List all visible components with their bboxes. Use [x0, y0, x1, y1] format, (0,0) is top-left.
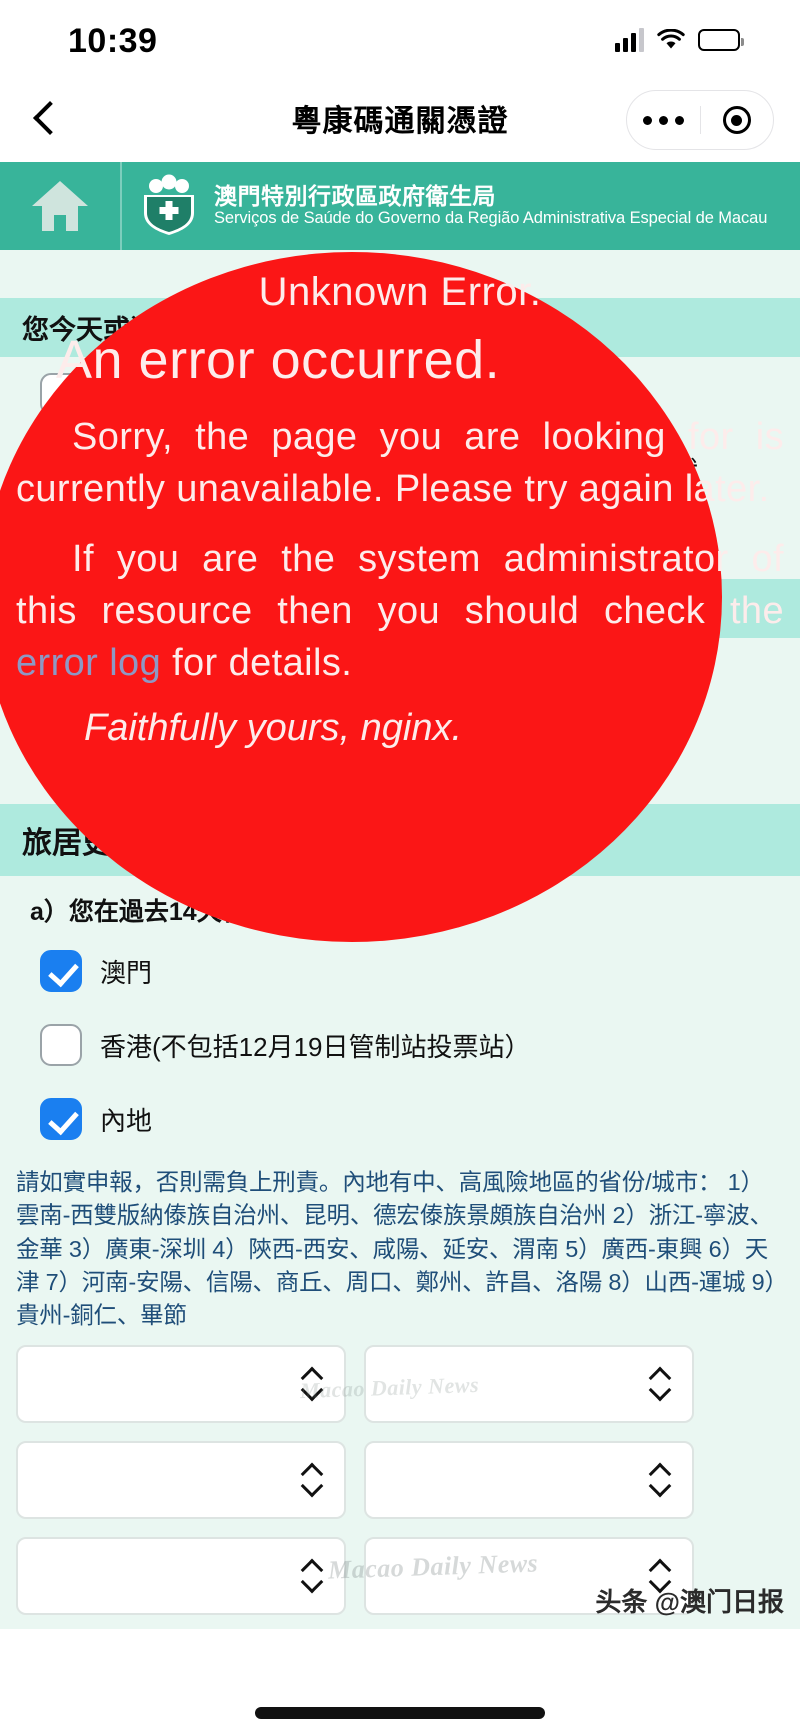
brand-title-pt: Serviços de Saúde do Governo da Região A… [214, 209, 768, 228]
home-icon[interactable] [0, 162, 120, 250]
status-bar-time: 10:39 [68, 22, 158, 60]
travel-checkbox-hongkong[interactable] [40, 1024, 82, 1066]
toutiao-watermark: 头条 @澳门日报 [595, 1587, 784, 1617]
status-bar-indicators [615, 28, 744, 52]
location-select[interactable] [16, 1344, 346, 1423]
cellular-signal-icon [615, 28, 644, 52]
target-circle-icon[interactable] [701, 106, 774, 134]
wifi-icon [657, 28, 685, 51]
location-select[interactable] [364, 1440, 694, 1519]
brand-header: 澳門特別行政區政府衛生局 Serviços de Saúde do Govern… [0, 162, 800, 250]
chevron-updown-icon [302, 1559, 322, 1593]
travel-option-row[interactable]: 香港(不包括12月19日管制站投票站） [0, 1008, 800, 1082]
travel-option-row[interactable]: 澳門 [0, 934, 800, 1008]
chevron-updown-icon [302, 1463, 322, 1497]
mini-program-capsule [626, 90, 774, 150]
travel-notice-text: 請如實申報，否則需負上刑責。內地有中、高風險地區的省份/城市： 1）雲南-西雙版… [16, 1169, 777, 1329]
travel-checkbox-macau[interactable] [40, 950, 82, 992]
brand-title-cn: 澳門特別行政區政府衛生局 [214, 182, 496, 209]
status-bar: 10:39 [0, 0, 800, 82]
brand-body: 澳門特別行政區政府衛生局 Serviços de Saúde do Govern… [122, 173, 767, 240]
brand-text: 澳門特別行政區政府衛生局 Serviços de Saúde do Govern… [214, 182, 768, 229]
more-horizontal-icon[interactable] [627, 115, 700, 125]
travel-label-macau: 澳門 [100, 957, 153, 988]
travel-option-row[interactable]: 內地 [0, 1082, 800, 1156]
travel-checkbox-mainland[interactable] [40, 1098, 82, 1140]
travel-label-mainland: 內地 [100, 1105, 153, 1136]
travel-label-hongkong: 香港(不包括12月19日管制站投票站） [100, 1031, 531, 1062]
home-indicator [255, 1707, 545, 1719]
health-shield-cross-icon [138, 173, 200, 240]
battery-icon [698, 29, 744, 51]
phone-screen: 10:39 粵康碼通關憑證 澳門特別行政區政府衛生局 Serviços de S… [0, 0, 800, 1731]
error-overlay-circle [0, 252, 722, 942]
nav-bar: 粵康碼通關憑證 [0, 82, 800, 162]
location-select[interactable] [16, 1440, 346, 1519]
location-select[interactable] [16, 1536, 346, 1615]
chevron-updown-icon [650, 1463, 670, 1497]
chevron-updown-icon [650, 1367, 670, 1401]
